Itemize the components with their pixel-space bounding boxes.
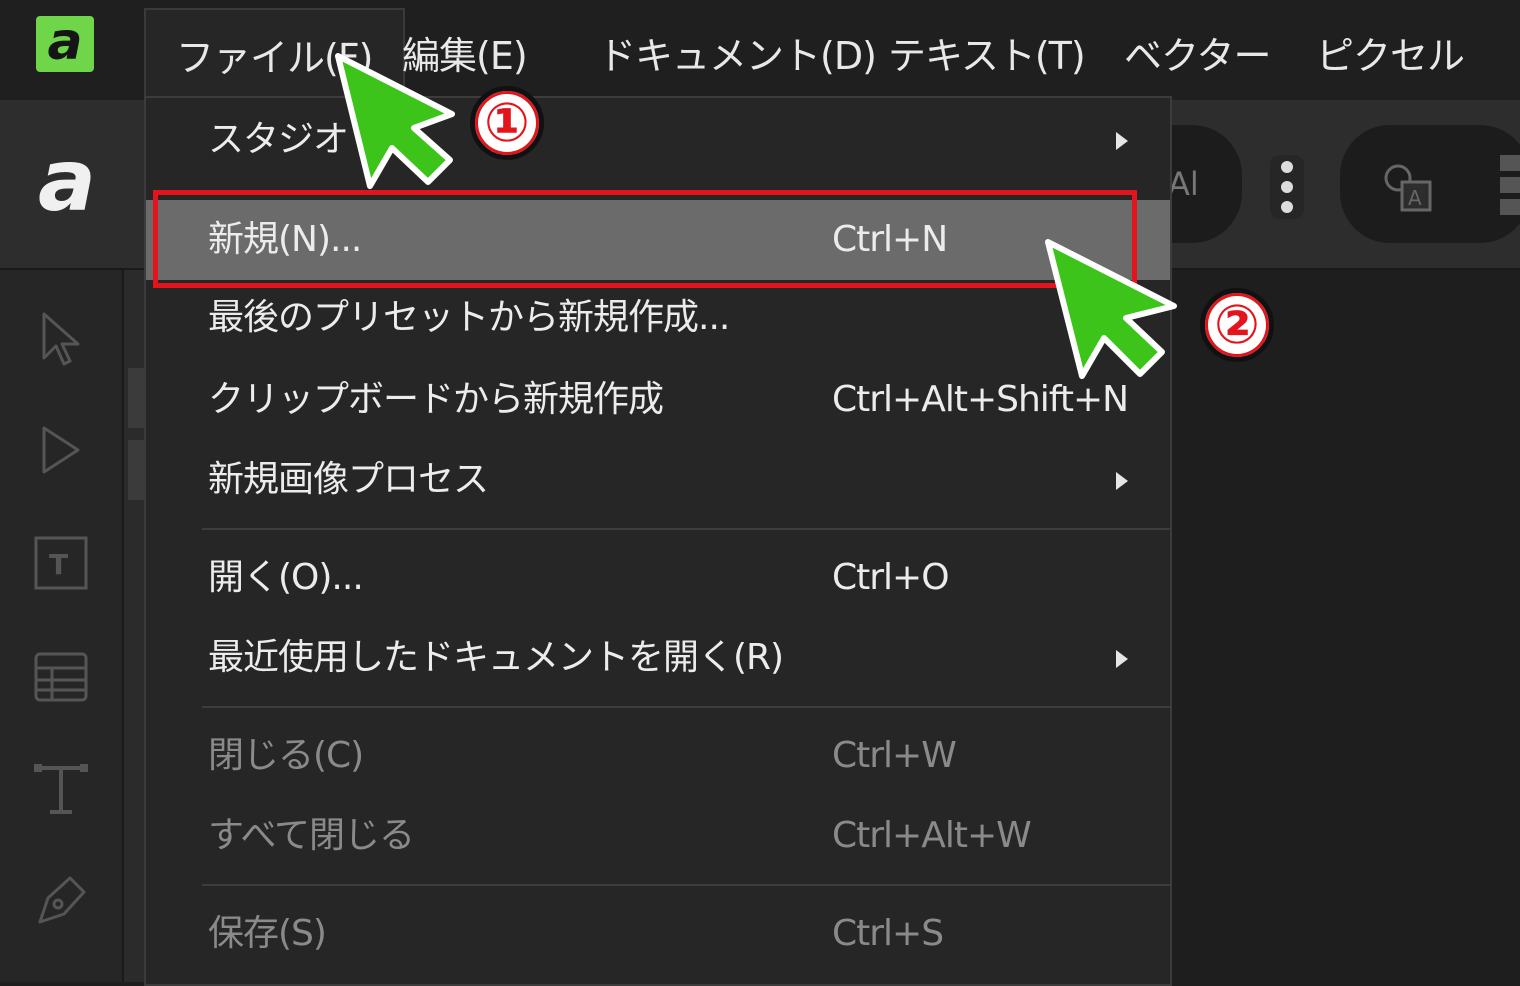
step-badge-2: ② xyxy=(1200,288,1274,362)
menu-separator xyxy=(202,528,1170,530)
menu-item-label: すべて閉じる xyxy=(208,815,415,856)
pointer-cursor-icon xyxy=(335,53,455,189)
menu-item-open[interactable]: 開く(O)... Ctrl+O xyxy=(146,538,1170,618)
menu-bar: a ファイル(F) 編集(E) ドキュメント(D) テキスト(T) ベクター ピ… xyxy=(0,0,1520,102)
menu-item-label: 新規画像プロセス xyxy=(208,459,489,500)
submenu-arrow-icon xyxy=(1116,650,1128,668)
artistic-text-icon[interactable] xyxy=(30,758,92,820)
more-vertical-icon[interactable] xyxy=(1270,155,1304,219)
sub-panel xyxy=(124,270,144,982)
menu-item-label: 閉じる(C) xyxy=(208,735,364,776)
submenu-arrow-icon xyxy=(1116,472,1128,490)
menu-item-shortcut: Ctrl+O xyxy=(832,557,950,598)
menu-document[interactable]: ドキュメント(D) xyxy=(598,28,877,84)
menu-separator xyxy=(202,706,1170,708)
menu-item-label: 最近使用したドキュメントを開く(R) xyxy=(208,637,784,678)
pen-icon[interactable] xyxy=(30,870,92,932)
menu-pixel[interactable]: ピクセル xyxy=(1316,28,1465,84)
menu-item-shortcut: Ctrl+S xyxy=(832,913,944,954)
table-icon[interactable] xyxy=(30,646,92,708)
panel-tab[interactable] xyxy=(128,368,144,428)
menu-item-studio[interactable]: スタジオ xyxy=(146,100,1170,180)
menu-item-shortcut: Ctrl+Alt+W xyxy=(832,815,1032,856)
text-frame-tool-icon[interactable]: T xyxy=(30,532,92,594)
menu-item-label: 保存(S) xyxy=(208,913,327,954)
grid-icon[interactable] xyxy=(1500,155,1520,215)
text-frame-icon[interactable]: A xyxy=(1380,160,1436,216)
menu-vector[interactable]: ベクター xyxy=(1124,28,1271,84)
menu-item-close[interactable]: 閉じる(C) Ctrl+W xyxy=(146,716,1170,796)
menu-item-save[interactable]: 保存(S) Ctrl+S xyxy=(146,894,1170,974)
toolbar-partial-label: Al xyxy=(1168,165,1199,203)
menu-separator xyxy=(202,884,1170,886)
panel-tab[interactable] xyxy=(128,440,144,500)
svg-text:T: T xyxy=(49,548,68,581)
pointer-cursor-icon xyxy=(1045,239,1177,379)
node-arrow-icon[interactable] xyxy=(30,420,92,482)
tools-panel: T xyxy=(0,270,124,982)
menu-text[interactable]: テキスト(T) xyxy=(888,28,1086,84)
menu-item-open-recent[interactable]: 最近使用したドキュメントを開く(R) xyxy=(146,618,1170,698)
submenu-arrow-icon xyxy=(1116,132,1128,150)
menu-item-label: 開く(O)... xyxy=(208,557,364,598)
step-badge-1: ① xyxy=(470,86,544,160)
menu-item-new-from-preset[interactable]: 最後のプリセットから新規作成... xyxy=(146,278,1170,358)
menu-item-close-all[interactable]: すべて閉じる Ctrl+Alt+W xyxy=(146,796,1170,876)
highlight-box xyxy=(153,190,1137,288)
menu-item-label: スタジオ xyxy=(208,119,349,160)
menu-item-label: 最後のプリセットから新規作成... xyxy=(208,297,730,338)
menu-item-label: クリップボードから新規作成 xyxy=(208,379,664,420)
menu-item-shortcut: Ctrl+W xyxy=(832,735,957,776)
select-arrow-icon[interactable] xyxy=(30,308,92,370)
persona-logo[interactable]: a xyxy=(38,138,108,228)
menu-item-new-from-clipboard[interactable]: クリップボードから新規作成 Ctrl+Alt+Shift+N xyxy=(146,360,1170,440)
app-logo[interactable]: a xyxy=(36,16,94,72)
menu-item-new-image-process[interactable]: 新規画像プロセス xyxy=(146,440,1170,520)
svg-text:A: A xyxy=(1408,186,1422,210)
